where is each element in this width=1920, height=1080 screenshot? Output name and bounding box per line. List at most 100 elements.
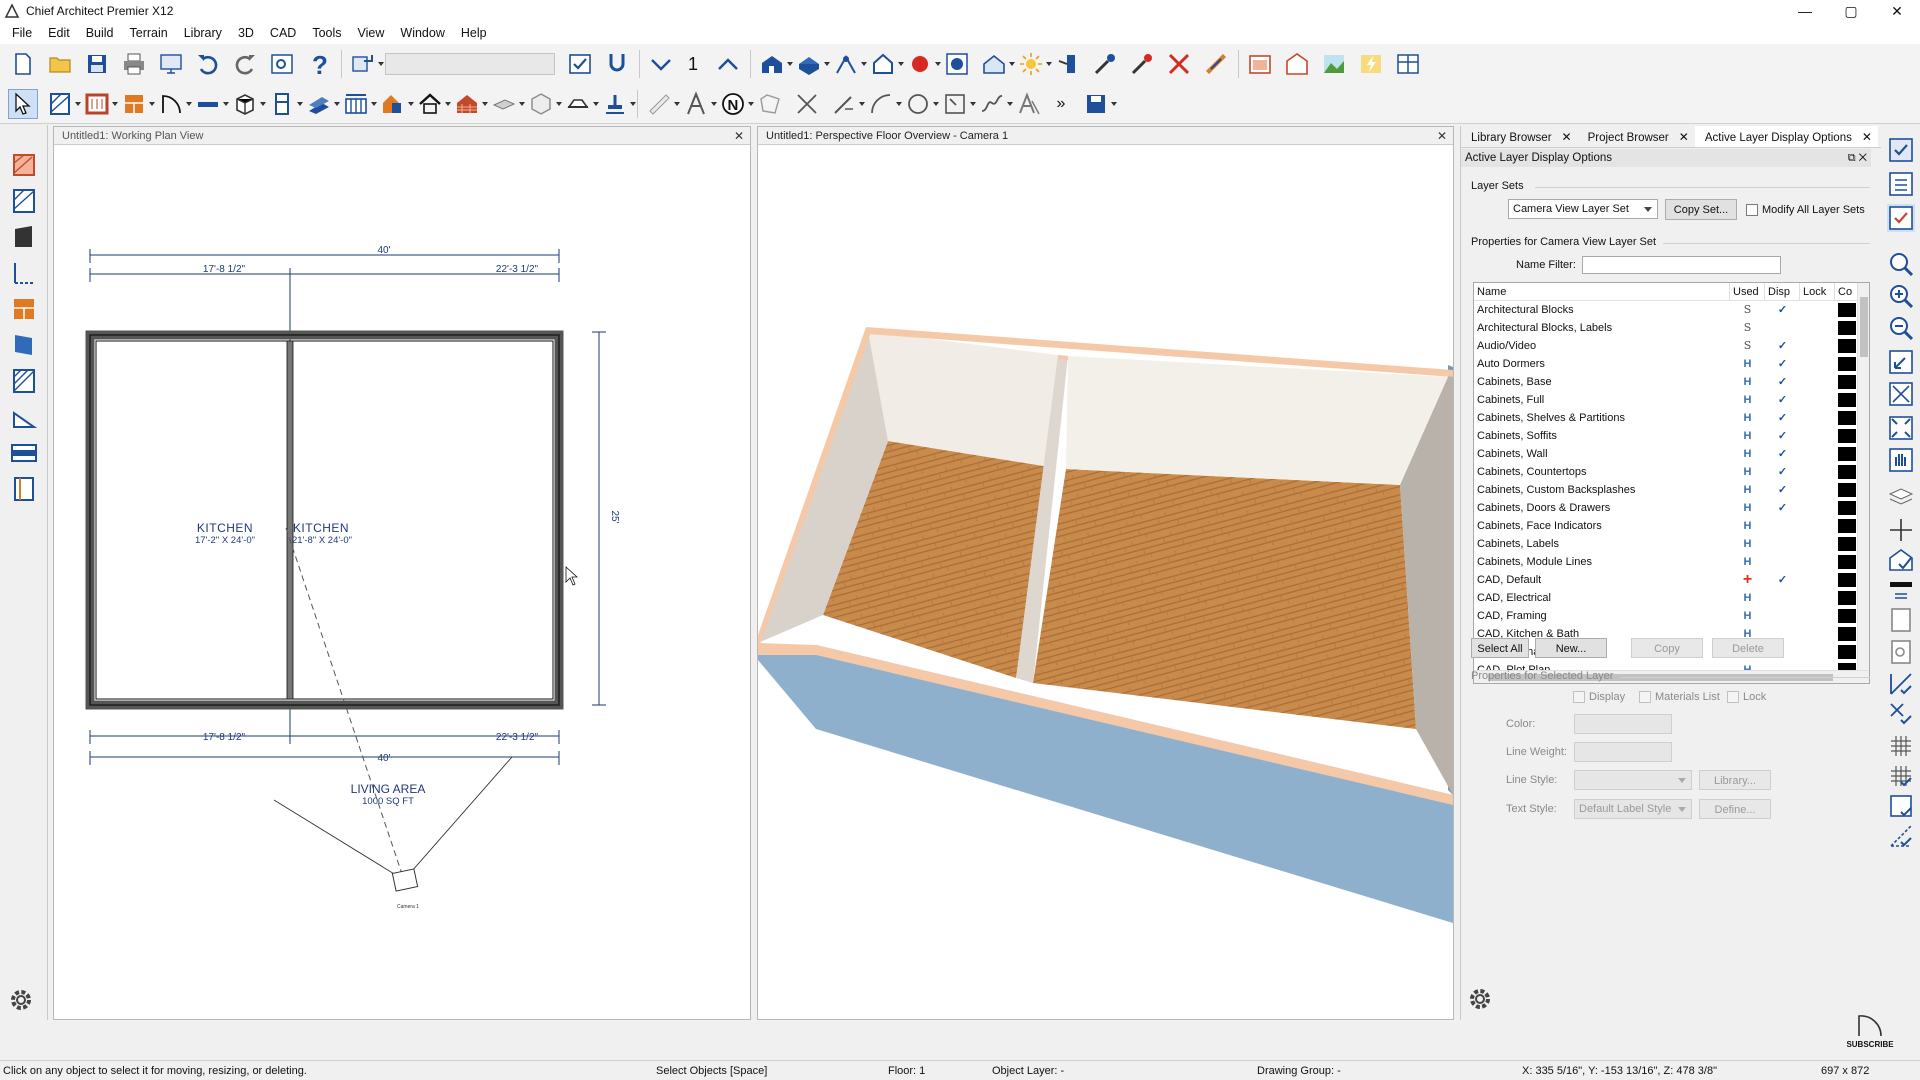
layer-display-checkbox[interactable] <box>1765 535 1800 553</box>
right-settings-gear-icon[interactable] <box>1465 984 1495 1014</box>
menu-terrain[interactable]: Terrain <box>122 26 176 40</box>
room-wall-red-icon[interactable] <box>10 151 38 179</box>
layer-lock-checkbox[interactable] <box>1800 427 1835 445</box>
layer-color-swatch[interactable] <box>1835 427 1859 445</box>
left-settings-gear-icon[interactable] <box>6 985 36 1015</box>
menu-build[interactable]: Build <box>78 26 122 40</box>
line-weight-input[interactable] <box>1574 742 1672 762</box>
menu-view[interactable]: View <box>350 26 393 40</box>
layer-color-swatch[interactable] <box>1835 337 1859 355</box>
camera-3d-button[interactable] <box>757 49 793 79</box>
layer-color-swatch[interactable] <box>1835 301 1859 319</box>
grid-snap-check-icon[interactable] <box>1887 762 1915 790</box>
layer-lock-checkbox[interactable] <box>1800 319 1835 337</box>
layer-display-checkbox[interactable] <box>1765 319 1800 337</box>
column-used[interactable]: Used <box>1730 283 1765 300</box>
layer-row[interactable]: CAD, Default + ✓ <box>1474 571 1859 589</box>
layer-display-checkbox[interactable]: ✓ <box>1765 481 1800 499</box>
tab-active-layer-display-options[interactable]: Active Layer Display Options ✕ <box>1694 126 1878 147</box>
close-tab-icon[interactable]: ✕ <box>1562 130 1572 144</box>
layer-lock-checkbox[interactable] <box>1800 625 1835 643</box>
ramp-icon[interactable] <box>10 403 38 431</box>
dormer-button[interactable] <box>415 89 451 119</box>
beam-icon[interactable] <box>10 439 38 467</box>
layer-row[interactable]: Architectural Blocks, Labels S <box>1474 319 1859 337</box>
display-checkbox[interactable] <box>1573 691 1585 703</box>
perspective-close-icon[interactable]: ✕ <box>1437 127 1447 145</box>
hatched-panel-icon[interactable] <box>10 367 38 395</box>
close-tab-icon[interactable]: ✕ <box>1679 130 1689 144</box>
fixture-tool-button[interactable] <box>563 89 599 119</box>
layer-lock-checkbox[interactable] <box>1800 481 1835 499</box>
pan-hand-icon[interactable] <box>1887 446 1915 474</box>
zoom-in-icon[interactable] <box>1887 282 1915 310</box>
layer-color-swatch[interactable] <box>1835 571 1859 589</box>
cabinet-orange-icon[interactable] <box>10 295 38 323</box>
dashed-box-icon[interactable] <box>10 259 38 287</box>
room-label-kitchen-right[interactable]: KITCHEN <box>293 521 349 535</box>
plan-close-icon[interactable]: ✕ <box>734 127 744 145</box>
window-tile-button[interactable] <box>1393 49 1423 79</box>
ray-trace-button[interactable] <box>942 49 972 79</box>
layer-color-swatch[interactable] <box>1835 499 1859 517</box>
materials-list-checkbox[interactable] <box>1639 691 1651 703</box>
layer-lock-checkbox[interactable] <box>1800 463 1835 481</box>
close-tab-icon[interactable]: ✕ <box>1862 130 1872 144</box>
subscribe-badge[interactable]: SUBSCRIBE <box>1846 1012 1894 1052</box>
cabinet-tool-button[interactable] <box>119 89 155 119</box>
layer-color-swatch[interactable] <box>1835 319 1859 337</box>
layer-display-checkbox[interactable]: ✓ <box>1765 445 1800 463</box>
menu-edit[interactable]: Edit <box>40 26 78 40</box>
page-search-icon[interactable] <box>1887 638 1915 666</box>
cad-shape-button[interactable] <box>755 89 785 119</box>
layer-row[interactable]: Audio/Video S ✓ <box>1474 337 1859 355</box>
roof-tool-button[interactable] <box>378 89 414 119</box>
layer-row[interactable]: Cabinets, Base H ✓ <box>1474 373 1859 391</box>
floor-plan-drawing[interactable]: 40' 17'-8 1/2" 22'-3 1/2" 17'-8 1/2" 22'… <box>54 145 750 1019</box>
panel-blue-icon[interactable] <box>10 331 38 359</box>
layer-row[interactable]: CAD, Electrical H <box>1474 589 1859 607</box>
layer-color-swatch[interactable] <box>1835 391 1859 409</box>
fill-window-building-icon[interactable] <box>1887 414 1915 442</box>
layer-display-button[interactable] <box>565 49 595 79</box>
plus-crosshair-icon[interactable] <box>1887 516 1915 544</box>
angle-check-icon[interactable] <box>1887 670 1915 698</box>
house-check-icon[interactable] <box>1887 546 1915 574</box>
layer-row[interactable]: Architectural Blocks S ✓ <box>1474 301 1859 319</box>
layer-display-checkbox[interactable]: ✓ <box>1765 409 1800 427</box>
copy-layer-button[interactable]: Copy <box>1631 638 1703 658</box>
interior-wall[interactable] <box>286 340 294 700</box>
delete-layer-button[interactable]: Delete <box>1712 638 1784 658</box>
break-line-button[interactable] <box>792 89 822 119</box>
cabinet-list-button[interactable] <box>267 89 303 119</box>
shape-button[interactable] <box>526 89 562 119</box>
window-tool-button[interactable] <box>193 89 229 119</box>
layer-color-swatch[interactable] <box>1835 589 1859 607</box>
stair-button[interactable] <box>304 89 340 119</box>
layer-display-checkbox[interactable]: ✓ <box>1765 571 1800 589</box>
open-button[interactable] <box>45 49 75 79</box>
layer-lock-checkbox[interactable] <box>1800 391 1835 409</box>
layer-display-checkbox[interactable] <box>1765 607 1800 625</box>
material-painter-button[interactable] <box>1127 49 1157 79</box>
wall-tool-button[interactable] <box>45 89 81 119</box>
column-color[interactable]: Co <box>1835 283 1859 300</box>
undo-zoom-icon[interactable] <box>1887 348 1915 376</box>
layer-lock-checkbox[interactable] <box>1800 337 1835 355</box>
layer-lock-checkbox[interactable] <box>1800 445 1835 463</box>
maximize-button[interactable]: ▢ <box>1828 0 1874 22</box>
floor-up-button[interactable] <box>713 49 743 79</box>
material-button[interactable] <box>602 49 632 79</box>
layer-lock-checkbox[interactable] <box>1800 643 1835 661</box>
zoom-icon[interactable] <box>1887 250 1915 278</box>
object-snap-icon[interactable] <box>1887 792 1915 820</box>
column-panel-icon[interactable] <box>10 475 38 503</box>
layer-lock-checkbox[interactable] <box>1800 553 1835 571</box>
layer-lock-checkbox[interactable] <box>1800 535 1835 553</box>
layer-options-check-icon[interactable] <box>1887 204 1915 232</box>
column-name[interactable]: Name <box>1474 283 1730 300</box>
layer-row[interactable]: Cabinets, Wall H ✓ <box>1474 445 1859 463</box>
layer-lock-checkbox[interactable] <box>1800 355 1835 373</box>
print-preview-button[interactable] <box>156 49 186 79</box>
layer-display-checkbox[interactable]: ✓ <box>1765 373 1800 391</box>
